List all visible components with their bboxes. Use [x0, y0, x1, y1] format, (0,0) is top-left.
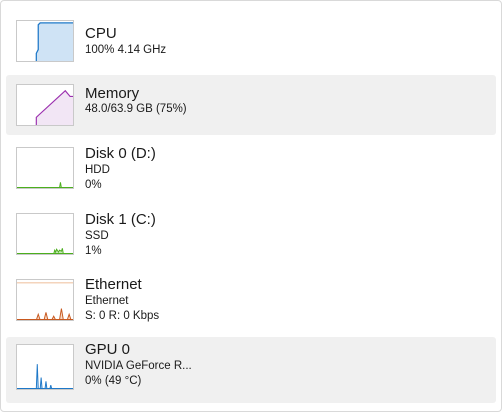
perf-item-ethernet[interactable]: Ethernet Ethernet S: 0 R: 0 Kbps — [6, 272, 496, 334]
perf-item-detail-usage: 0% — [85, 179, 102, 191]
perf-item-detail-usage-temp: 0% (49 °C) — [85, 375, 142, 387]
perf-item-title: CPU — [85, 25, 117, 42]
perf-item-disk-0[interactable]: Disk 0 (D:) HDD 0% — [6, 140, 496, 202]
perf-item-memory[interactable]: Memory 48.0/63.9 GB (75%) — [6, 75, 496, 135]
perf-item-cpu[interactable]: CPU 100% 4.14 GHz — [6, 10, 496, 70]
perf-item-title: Ethernet — [85, 276, 142, 293]
memory-usage-graph — [16, 84, 74, 126]
perf-item-detail: 100% 4.14 GHz — [85, 44, 167, 56]
perf-item-detail-adapter: Ethernet — [85, 295, 129, 307]
disk-0-activity-graph — [16, 147, 74, 189]
gpu-0-usage-graph — [16, 344, 74, 390]
perf-item-gpu-0[interactable]: GPU 0 NVIDIA GeForce R... 0% (49 °C) — [6, 337, 496, 403]
disk-1-activity-graph — [16, 213, 74, 255]
perf-item-detail-model: NVIDIA GeForce R... — [85, 360, 192, 372]
perf-item-detail-throughput: S: 0 R: 0 Kbps — [85, 310, 160, 322]
perf-item-detail-usage: 1% — [85, 245, 102, 257]
perf-item-title: Disk 0 (D:) — [85, 145, 156, 162]
perf-item-disk-1[interactable]: Disk 1 (C:) SSD 1% — [6, 206, 496, 268]
perf-item-detail: 48.0/63.9 GB (75%) — [85, 103, 187, 115]
perf-item-detail-type: SSD — [85, 230, 109, 242]
perf-item-detail-type: HDD — [85, 164, 110, 176]
ethernet-throughput-graph — [16, 279, 74, 321]
perf-item-title: Memory — [85, 85, 140, 102]
perf-item-title: Disk 1 (C:) — [85, 211, 156, 228]
cpu-usage-graph — [16, 20, 74, 62]
perf-item-title: GPU 0 — [85, 341, 131, 358]
performance-list-panel: CPU 100% 4.14 GHz Memory 48.0/63.9 GB (7… — [0, 0, 502, 412]
